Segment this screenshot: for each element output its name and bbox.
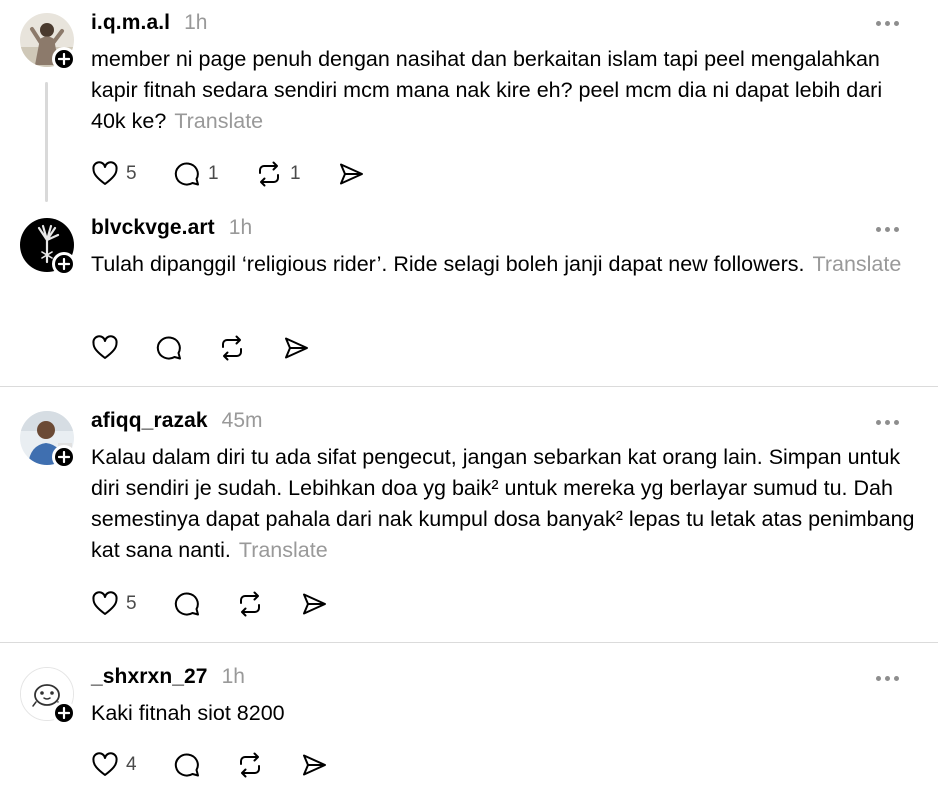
comment-icon bbox=[156, 336, 181, 360]
reply-button[interactable]: 1 bbox=[173, 159, 219, 189]
reply-button[interactable] bbox=[155, 333, 183, 363]
avatar-wrap[interactable] bbox=[20, 218, 76, 276]
post-header: blvckvge.art 1h bbox=[91, 216, 252, 240]
post-header: _shxrxn_27 1h bbox=[91, 665, 245, 689]
repost-count: 1 bbox=[290, 163, 301, 184]
timestamp[interactable]: 1h bbox=[222, 665, 245, 689]
repost-button[interactable] bbox=[218, 333, 246, 363]
share-button[interactable] bbox=[300, 750, 328, 780]
heart-icon bbox=[92, 752, 118, 776]
follow-plus-icon[interactable] bbox=[52, 701, 76, 725]
username[interactable]: afiqq_razak bbox=[91, 409, 208, 433]
follow-plus-icon[interactable] bbox=[52, 445, 76, 469]
comment-icon bbox=[174, 592, 199, 616]
avatar-wrap[interactable] bbox=[20, 13, 76, 71]
reply-button[interactable] bbox=[173, 589, 201, 619]
send-icon bbox=[303, 754, 326, 776]
post-body: Kaki fitnah siot 8200 bbox=[91, 701, 285, 725]
translate-link[interactable]: Translate bbox=[813, 252, 902, 276]
repost-button[interactable] bbox=[236, 589, 264, 619]
like-count: 5 bbox=[126, 163, 137, 184]
share-button[interactable] bbox=[337, 159, 365, 189]
comment-icon bbox=[174, 753, 199, 777]
username[interactable]: i.q.m.a.l bbox=[91, 11, 170, 35]
follow-plus-icon[interactable] bbox=[52, 47, 76, 71]
username[interactable]: blvckvge.art bbox=[91, 216, 215, 240]
thread-line bbox=[45, 82, 48, 202]
username[interactable]: _shxrxn_27 bbox=[91, 665, 208, 689]
share-button[interactable] bbox=[282, 333, 310, 363]
divider bbox=[0, 642, 938, 643]
heart-icon bbox=[92, 591, 118, 615]
repost-button[interactable] bbox=[236, 750, 264, 780]
like-button[interactable]: 4 bbox=[91, 750, 137, 780]
send-icon bbox=[285, 337, 308, 359]
more-options-icon[interactable] bbox=[876, 20, 899, 26]
post-text: Tulah dipanggil ‘religious rider’. Ride … bbox=[91, 249, 921, 280]
repost-icon bbox=[259, 161, 279, 187]
repost-icon bbox=[222, 335, 242, 361]
timestamp[interactable]: 45m bbox=[222, 409, 263, 433]
post-text: Kaki fitnah siot 8200 bbox=[91, 698, 921, 729]
post-header: afiqq_razak 45m bbox=[91, 409, 263, 433]
translate-link[interactable]: Translate bbox=[174, 109, 263, 133]
like-button[interactable]: 5 bbox=[91, 589, 137, 619]
post-text: member ni page penuh dengan nasihat dan … bbox=[91, 44, 921, 137]
repost-icon bbox=[240, 591, 260, 617]
avatar-wrap[interactable] bbox=[20, 411, 76, 469]
repost-button[interactable]: 1 bbox=[255, 159, 301, 189]
post-text: Kalau dalam diri tu ada sifat pengecut, … bbox=[91, 442, 921, 566]
post-header: i.q.m.a.l 1h bbox=[91, 11, 207, 35]
like-count: 4 bbox=[126, 754, 137, 775]
reply-button[interactable] bbox=[173, 750, 201, 780]
repost-icon bbox=[240, 752, 260, 778]
reply-count: 1 bbox=[208, 163, 219, 184]
like-count: 5 bbox=[126, 593, 137, 614]
follow-plus-icon[interactable] bbox=[52, 252, 76, 276]
heart-icon bbox=[92, 335, 118, 359]
translate-link[interactable]: Translate bbox=[239, 538, 328, 562]
send-icon bbox=[303, 593, 326, 615]
avatar-wrap[interactable] bbox=[20, 667, 76, 725]
more-options-icon[interactable] bbox=[876, 226, 899, 232]
comment-icon bbox=[174, 162, 199, 186]
heart-icon bbox=[92, 161, 118, 185]
like-button[interactable]: 5 bbox=[91, 159, 137, 189]
post-body: Kalau dalam diri tu ada sifat pengecut, … bbox=[91, 445, 915, 562]
more-options-icon[interactable] bbox=[876, 419, 899, 425]
post-body: Tulah dipanggil ‘religious rider’. Ride … bbox=[91, 252, 805, 276]
more-options-icon[interactable] bbox=[876, 675, 899, 681]
send-icon bbox=[340, 163, 363, 185]
share-button[interactable] bbox=[300, 589, 328, 619]
like-button[interactable] bbox=[91, 333, 119, 363]
timestamp[interactable]: 1h bbox=[184, 11, 207, 35]
divider bbox=[0, 386, 938, 387]
timestamp[interactable]: 1h bbox=[229, 216, 252, 240]
